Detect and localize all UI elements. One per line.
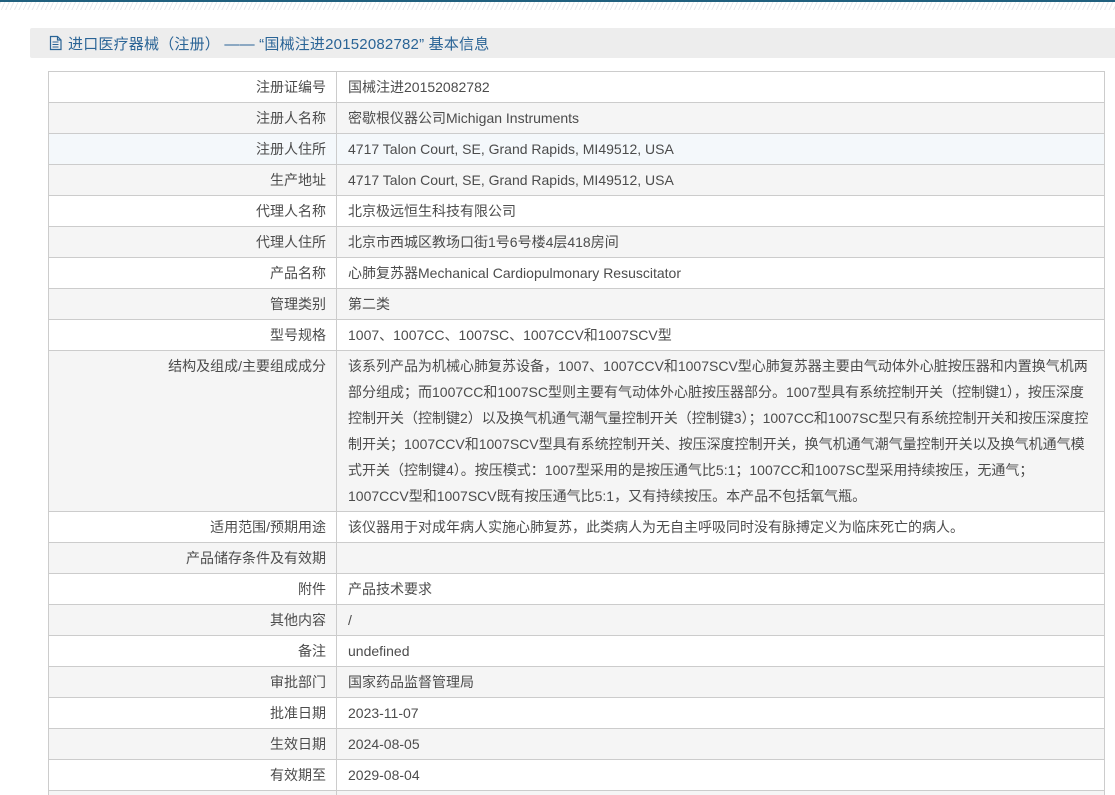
table-row[interactable]: 生效日期2024-08-05	[49, 729, 1104, 760]
row-value	[337, 543, 1104, 573]
table-row[interactable]: 代理人住所北京市西城区教场口街1号6号楼4层418房间	[49, 227, 1104, 258]
table-row[interactable]: 附件产品技术要求	[49, 574, 1104, 605]
table-row[interactable]: 结构及组成/主要组成成分该系列产品为机械心肺复苏设备，1007、1007CCV和…	[49, 351, 1104, 512]
table-row[interactable]: 适用范围/预期用途该仪器用于对成年病人实施心肺复苏，此类病人为无自主呼吸同时没有…	[49, 512, 1104, 543]
row-label: 代理人名称	[49, 196, 337, 226]
row-value: 2023-11-07	[337, 698, 1104, 728]
table-row[interactable]: 批准日期2023-11-07	[49, 698, 1104, 729]
row-label: 批准日期	[49, 698, 337, 728]
table-row[interactable]: 2019-11-15 “代理人住所：北京市朝阳区马甸裕民路12号B座（住宅）楼1…	[49, 791, 1104, 795]
row-value: 1007、1007CC、1007SC、1007CCV和1007SCV型	[337, 320, 1104, 350]
document-icon	[48, 35, 63, 51]
row-label: 代理人住所	[49, 227, 337, 257]
row-value: 4717 Talon Court, SE, Grand Rapids, MI49…	[337, 165, 1104, 195]
table-row[interactable]: 注册人住所4717 Talon Court, SE, Grand Rapids,…	[49, 134, 1104, 165]
table-row[interactable]: 产品名称心肺复苏器Mechanical Cardiopulmonary Resu…	[49, 258, 1104, 289]
table-row[interactable]: 生产地址4717 Talon Court, SE, Grand Rapids, …	[49, 165, 1104, 196]
row-label	[49, 791, 337, 795]
table-row[interactable]: 管理类别第二类	[49, 289, 1104, 320]
row-value: 2024-08-05	[337, 729, 1104, 759]
row-label: 审批部门	[49, 667, 337, 697]
row-value: 国家药品监督管理局	[337, 667, 1104, 697]
row-label: 型号规格	[49, 320, 337, 350]
row-label: 产品储存条件及有效期	[49, 543, 337, 573]
info-table: 注册证编号国械注进20152082782注册人名称密歇根仪器公司Michigan…	[48, 71, 1105, 795]
row-label: 管理类别	[49, 289, 337, 319]
row-value: 4717 Talon Court, SE, Grand Rapids, MI49…	[337, 134, 1104, 164]
row-label: 注册证编号	[49, 72, 337, 102]
page-header: 进口医疗器械（注册） —— “国械注进20152082782” 基本信息	[30, 28, 1115, 58]
row-label: 有效期至	[49, 760, 337, 790]
row-value: 2019-11-15 “代理人住所：北京市朝阳区马甸裕民路12号B座（住宅）楼1…	[337, 791, 1104, 795]
table-row[interactable]: 型号规格1007、1007CC、1007SC、1007CCV和1007SCV型	[49, 320, 1104, 351]
table-row[interactable]: 备注undefined	[49, 636, 1104, 667]
row-value: 国械注进20152082782	[337, 72, 1104, 102]
table-row[interactable]: 注册人名称密歇根仪器公司Michigan Instruments	[49, 103, 1104, 134]
table-row[interactable]: 其他内容/	[49, 605, 1104, 636]
table-row[interactable]: 代理人名称北京极远恒生科技有限公司	[49, 196, 1104, 227]
row-value: 心肺复苏器Mechanical Cardiopulmonary Resuscit…	[337, 258, 1104, 288]
table-row[interactable]: 有效期至2029-08-04	[49, 760, 1104, 791]
row-value: /	[337, 605, 1104, 635]
row-value: undefined	[337, 636, 1104, 666]
table-row[interactable]: 审批部门国家药品监督管理局	[49, 667, 1104, 698]
page-title: 进口医疗器械（注册） —— “国械注进20152082782” 基本信息	[68, 33, 489, 54]
row-value: 2029-08-04	[337, 760, 1104, 790]
row-value: 产品技术要求	[337, 574, 1104, 604]
table-row[interactable]: 注册证编号国械注进20152082782	[49, 72, 1104, 103]
row-label: 注册人名称	[49, 103, 337, 133]
row-label: 生效日期	[49, 729, 337, 759]
row-label: 适用范围/预期用途	[49, 512, 337, 542]
row-value: 第二类	[337, 289, 1104, 319]
row-label: 附件	[49, 574, 337, 604]
row-value: 北京极远恒生科技有限公司	[337, 196, 1104, 226]
row-value: 密歇根仪器公司Michigan Instruments	[337, 103, 1104, 133]
table-row[interactable]: 产品储存条件及有效期	[49, 543, 1104, 574]
row-label: 其他内容	[49, 605, 337, 635]
row-label: 备注	[49, 636, 337, 666]
row-label: 结构及组成/主要组成成分	[49, 351, 337, 511]
row-label: 产品名称	[49, 258, 337, 288]
row-label: 注册人住所	[49, 134, 337, 164]
row-value: 北京市西城区教场口街1号6号楼4层418房间	[337, 227, 1104, 257]
row-value: 该仪器用于对成年病人实施心肺复苏，此类病人为无自主呼吸同时没有脉搏定义为临床死亡…	[337, 512, 1104, 542]
row-value: 该系列产品为机械心肺复苏设备，1007、1007CCV和1007SCV型心肺复苏…	[337, 351, 1104, 511]
decorative-stripes	[0, 2, 1115, 10]
row-label: 生产地址	[49, 165, 337, 195]
